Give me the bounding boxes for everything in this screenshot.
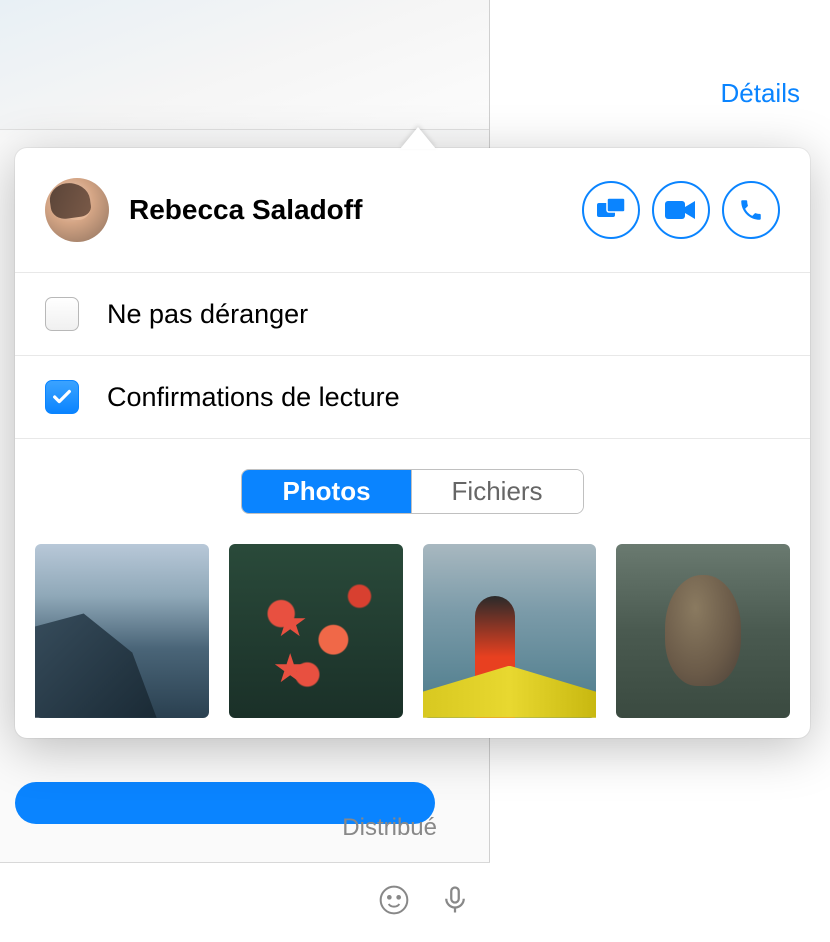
audio-call-button[interactable] <box>722 181 780 239</box>
screenshare-button[interactable] <box>582 181 640 239</box>
avatar[interactable] <box>45 178 109 242</box>
read-receipts-row: Confirmations de lecture <box>15 356 810 439</box>
photo-thumbnail[interactable] <box>229 544 403 718</box>
read-receipts-checkbox[interactable] <box>45 380 79 414</box>
photos-grid <box>15 534 810 738</box>
contact-header-row: Rebecca Saladoff <box>15 148 810 273</box>
photo-thumbnail[interactable] <box>35 544 209 718</box>
attachments-tabs: Photos Fichiers <box>15 439 810 534</box>
popover-arrow <box>400 127 436 149</box>
emoji-picker-icon[interactable] <box>378 884 410 921</box>
delivery-status: Distribué <box>342 814 437 842</box>
message-input-bar[interactable] <box>0 862 490 942</box>
do-not-disturb-checkbox[interactable] <box>45 297 79 331</box>
video-call-button[interactable] <box>652 181 710 239</box>
action-buttons <box>582 181 780 239</box>
details-button[interactable]: Détails <box>721 78 800 109</box>
segmented-control: Photos Fichiers <box>241 469 583 514</box>
do-not-disturb-label: Ne pas déranger <box>107 299 308 330</box>
do-not-disturb-row: Ne pas déranger <box>15 273 810 356</box>
microphone-icon[interactable] <box>440 881 470 924</box>
read-receipts-label: Confirmations de lecture <box>107 382 400 413</box>
photo-thumbnail[interactable] <box>423 544 597 718</box>
tab-photos[interactable]: Photos <box>242 470 410 513</box>
photo-thumbnail[interactable] <box>616 544 790 718</box>
tab-files[interactable]: Fichiers <box>411 470 583 513</box>
details-popover: Rebecca Saladoff <box>15 148 810 738</box>
contact-name: Rebecca Saladoff <box>129 194 582 226</box>
toolbar-background <box>0 0 489 130</box>
